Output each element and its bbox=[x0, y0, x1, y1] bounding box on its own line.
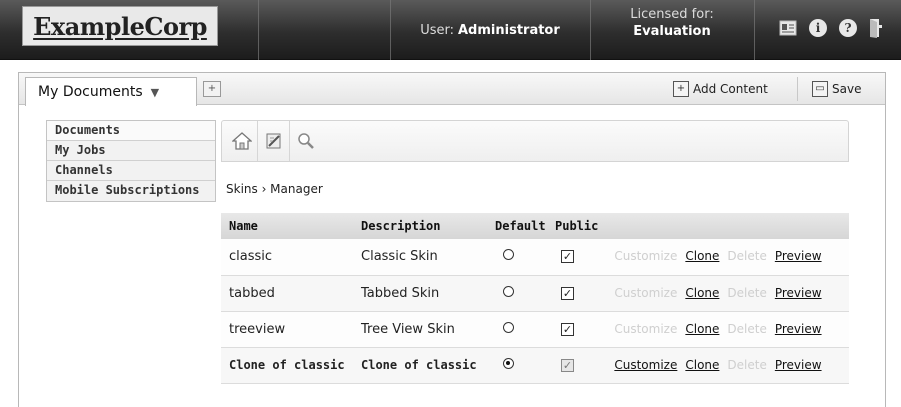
license-value: Evaluation bbox=[633, 24, 711, 39]
public-checkbox[interactable]: ✓ bbox=[561, 250, 574, 264]
skin-description: Tabbed Skin bbox=[353, 275, 487, 312]
preview-link[interactable]: Preview bbox=[775, 358, 822, 372]
sidebar-item-mobile-subscriptions[interactable]: Mobile Subscriptions bbox=[47, 181, 215, 201]
sidebar-item-my-jobs[interactable]: My Jobs bbox=[47, 141, 215, 161]
logo[interactable]: ExampleCorp bbox=[22, 6, 218, 46]
top-bar: ExampleCorp User: Administrator Licensed… bbox=[0, 0, 901, 60]
chevron-down-icon[interactable]: ▼ bbox=[151, 86, 159, 99]
table-row: classic Classic Skin ✓ Customize Clone Del… bbox=[221, 239, 849, 276]
home-icon[interactable] bbox=[226, 121, 258, 161]
clone-link[interactable]: Clone bbox=[685, 286, 719, 300]
skin-name: Clone of classic bbox=[221, 347, 353, 384]
default-radio[interactable] bbox=[503, 321, 514, 333]
preview-link[interactable]: Preview bbox=[775, 322, 822, 336]
info-icon[interactable]: i bbox=[806, 16, 830, 40]
divider bbox=[258, 0, 259, 60]
skin-name: classic bbox=[221, 239, 353, 276]
public-checkbox[interactable]: ✓ bbox=[561, 286, 574, 300]
license-info: Licensed for: Evaluation bbox=[592, 6, 752, 56]
help-icon[interactable]: ? bbox=[836, 16, 860, 40]
license-label: Licensed for: bbox=[630, 7, 714, 22]
default-radio[interactable] bbox=[503, 249, 514, 261]
public-checkbox[interactable]: ✓ bbox=[561, 322, 574, 336]
default-radio[interactable] bbox=[503, 357, 514, 369]
column-header-description: Description bbox=[353, 213, 487, 239]
sidebar-item-channels[interactable]: Channels bbox=[47, 161, 215, 181]
delete-link: Delete bbox=[727, 285, 767, 300]
add-content-button[interactable]: + Add Content bbox=[667, 77, 793, 101]
search-icon[interactable] bbox=[290, 121, 322, 161]
tab-my-documents[interactable]: My Documents ▼ bbox=[25, 77, 197, 106]
table-header-row: Name Description Default Public bbox=[221, 213, 849, 239]
skin-description: Clone of classic bbox=[353, 347, 487, 384]
user-name: Administrator bbox=[458, 22, 560, 38]
customize-link[interactable]: Customize bbox=[614, 358, 677, 372]
logout-icon[interactable] bbox=[864, 16, 888, 40]
add-content-label: Add Content bbox=[693, 82, 768, 96]
breadcrumb: Skins › Manager bbox=[226, 182, 323, 196]
clone-link[interactable]: Clone bbox=[685, 249, 719, 263]
id-card-icon[interactable] bbox=[776, 16, 800, 40]
save-button[interactable]: ▭ Save bbox=[797, 77, 883, 101]
tab-bar: My Documents ▼ + + Add Content ▭ Save bbox=[19, 73, 885, 106]
save-label: Save bbox=[832, 82, 862, 96]
customize-link: Customize bbox=[614, 285, 678, 300]
preview-link[interactable]: Preview bbox=[775, 286, 822, 300]
tab-label: My Documents bbox=[38, 84, 143, 100]
column-header-actions bbox=[606, 213, 849, 239]
delete-link: Delete bbox=[727, 357, 767, 372]
clone-link[interactable]: Clone bbox=[685, 322, 719, 336]
add-content-icon: + bbox=[673, 81, 689, 97]
floppy-icon: ▭ bbox=[812, 81, 828, 97]
customize-link: Customize bbox=[614, 321, 678, 336]
public-checkbox: ✓ bbox=[561, 358, 574, 372]
skin-name: tabbed bbox=[221, 275, 353, 312]
customize-link: Customize bbox=[614, 249, 678, 264]
add-tab-icon[interactable]: + bbox=[203, 81, 221, 97]
user-info: User: Administrator bbox=[390, 0, 590, 60]
skin-description: Tree View Skin bbox=[353, 311, 487, 348]
skin-name: treeview bbox=[221, 311, 353, 348]
delete-link: Delete bbox=[727, 321, 767, 336]
logo-text: ExampleCorp bbox=[33, 11, 207, 41]
clone-link[interactable]: Clone bbox=[685, 358, 719, 372]
default-radio[interactable] bbox=[503, 285, 514, 297]
content-toolbar bbox=[221, 120, 849, 162]
sidebar-item-documents[interactable]: Documents bbox=[47, 121, 215, 141]
column-header-name: Name bbox=[221, 213, 353, 239]
skin-description: Classic Skin bbox=[353, 239, 487, 276]
table-row: Clone of classic Clone of classic ✓ Cust… bbox=[221, 347, 849, 384]
user-label: User: bbox=[420, 22, 454, 38]
sidebar: Documents My Jobs Channels Mobile Subscr… bbox=[46, 120, 216, 202]
skins-table: Name Description Default Public classic … bbox=[221, 213, 849, 384]
edit-icon[interactable] bbox=[258, 121, 290, 161]
delete-link: Delete bbox=[727, 249, 767, 264]
preview-link[interactable]: Preview bbox=[775, 249, 822, 263]
divider bbox=[754, 0, 755, 60]
column-header-default: Default bbox=[487, 213, 547, 239]
table-row: tabbed Tabbed Skin ✓ Customize Clone Delet… bbox=[221, 275, 849, 312]
table-row: treeview Tree View Skin ✓ Customize Clone… bbox=[221, 311, 849, 348]
column-header-public: Public bbox=[547, 213, 607, 239]
divider bbox=[590, 0, 591, 60]
